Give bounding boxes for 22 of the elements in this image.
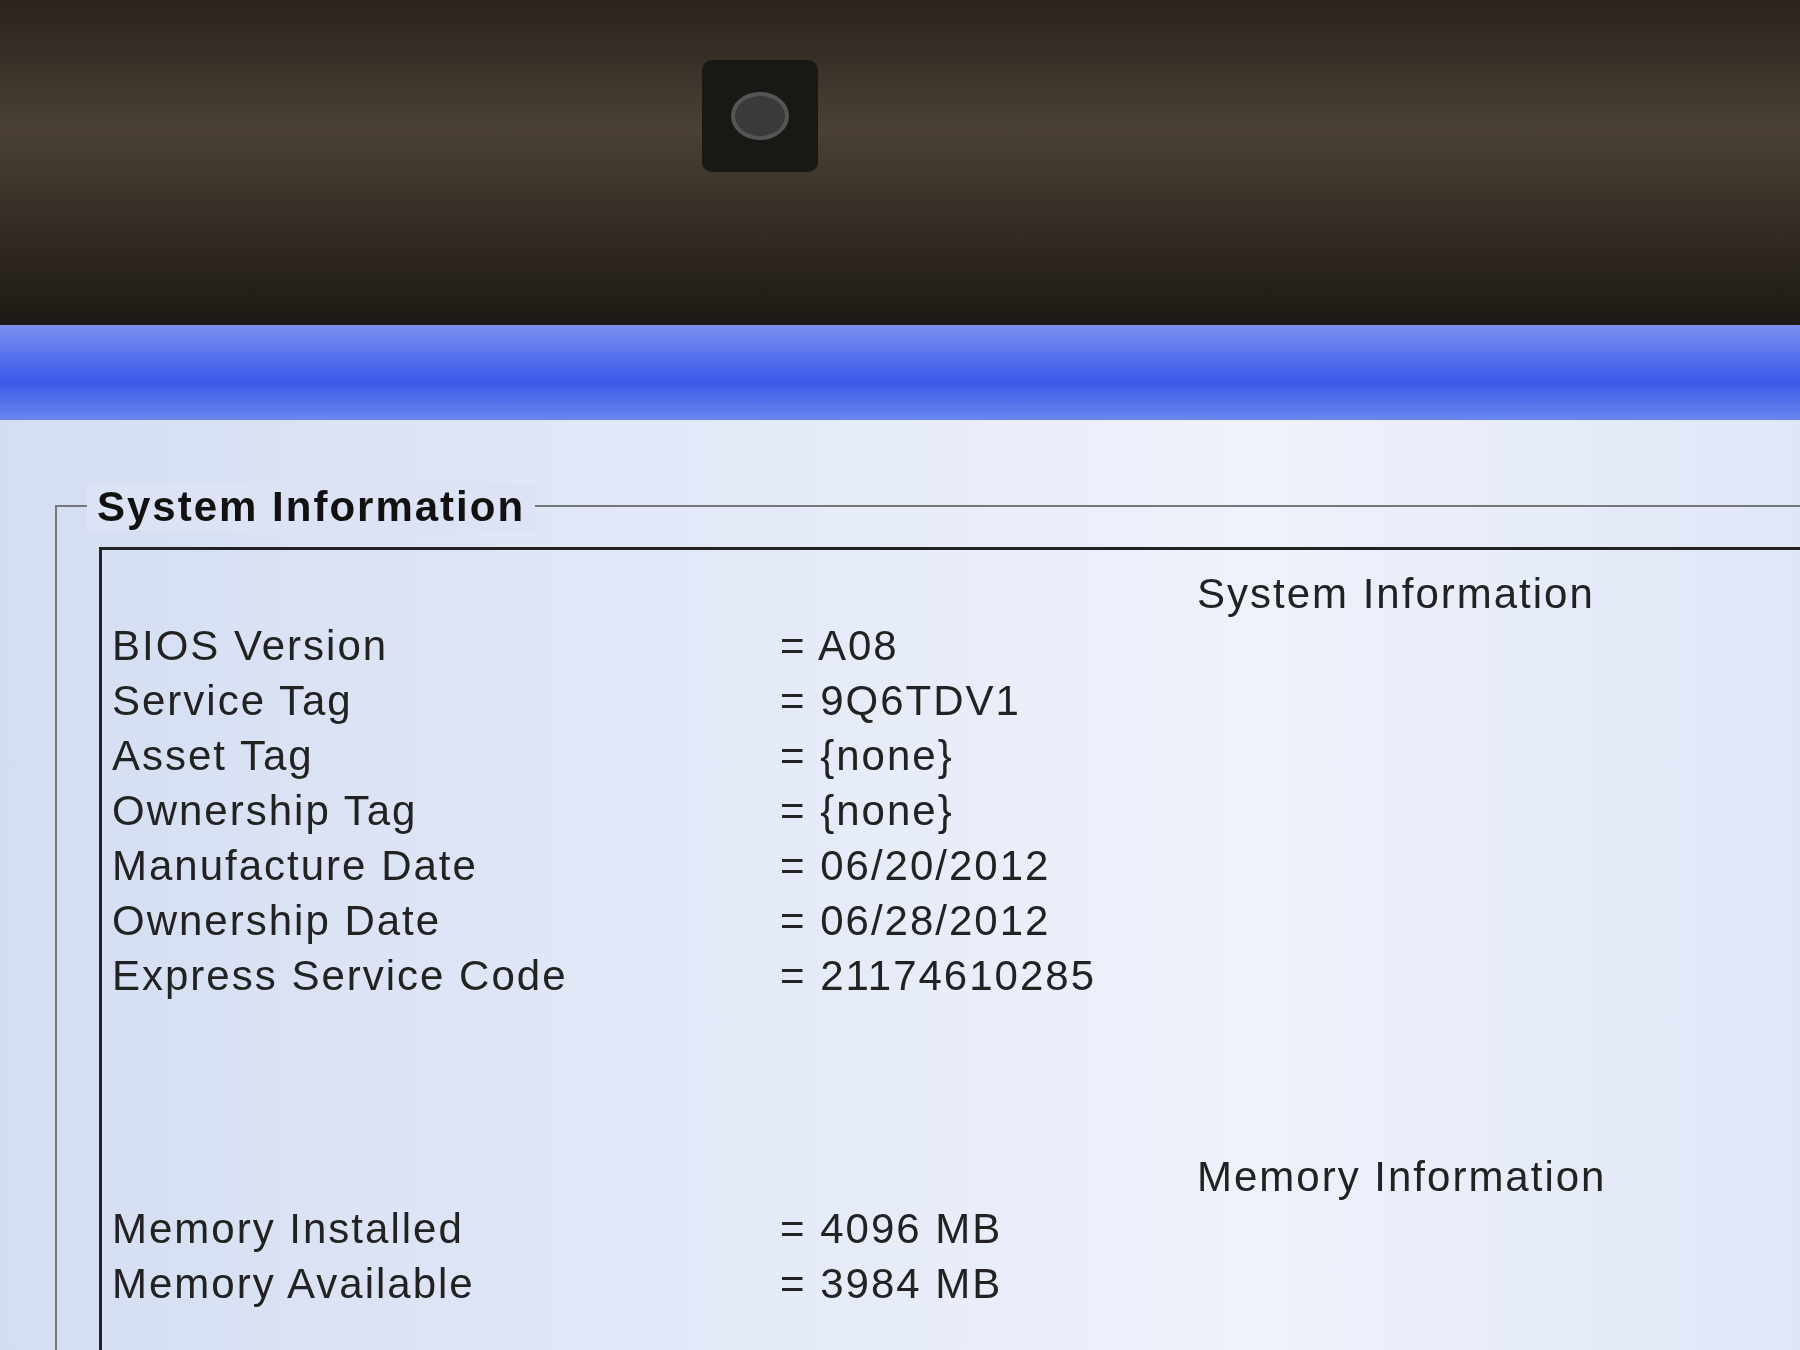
field-label: Asset Tag [112,731,315,781]
field-value: = 4096 MB [780,1204,1003,1254]
field-label: Ownership Tag [112,786,419,836]
field-label: BIOS Version [112,621,390,671]
field-label: Memory Installed [112,1204,465,1254]
field-value: = 06/28/2012 [780,896,1051,946]
field-label: Ownership Date [112,896,443,946]
field-value: = {none} [780,786,954,836]
field-value: = 21174610285 [780,951,1097,1001]
field-value: = A08 [780,621,899,671]
field-value: = 9Q6TDV1 [780,676,1021,726]
field-label: Manufacture Date [112,841,479,891]
field-label: Memory Available [112,1259,476,1309]
field-value: = {none} [780,731,954,781]
group-title: System Information [87,483,536,531]
field-label: Service Tag [112,676,354,726]
field-value: = 3984 MB [780,1259,1003,1309]
section-heading: Memory Information [1197,1153,1608,1201]
field-value: = 06/20/2012 [780,841,1051,891]
section-heading: System Information [1197,570,1596,618]
webcam-icon [702,60,818,172]
field-label: Express Service Code [112,951,569,1001]
